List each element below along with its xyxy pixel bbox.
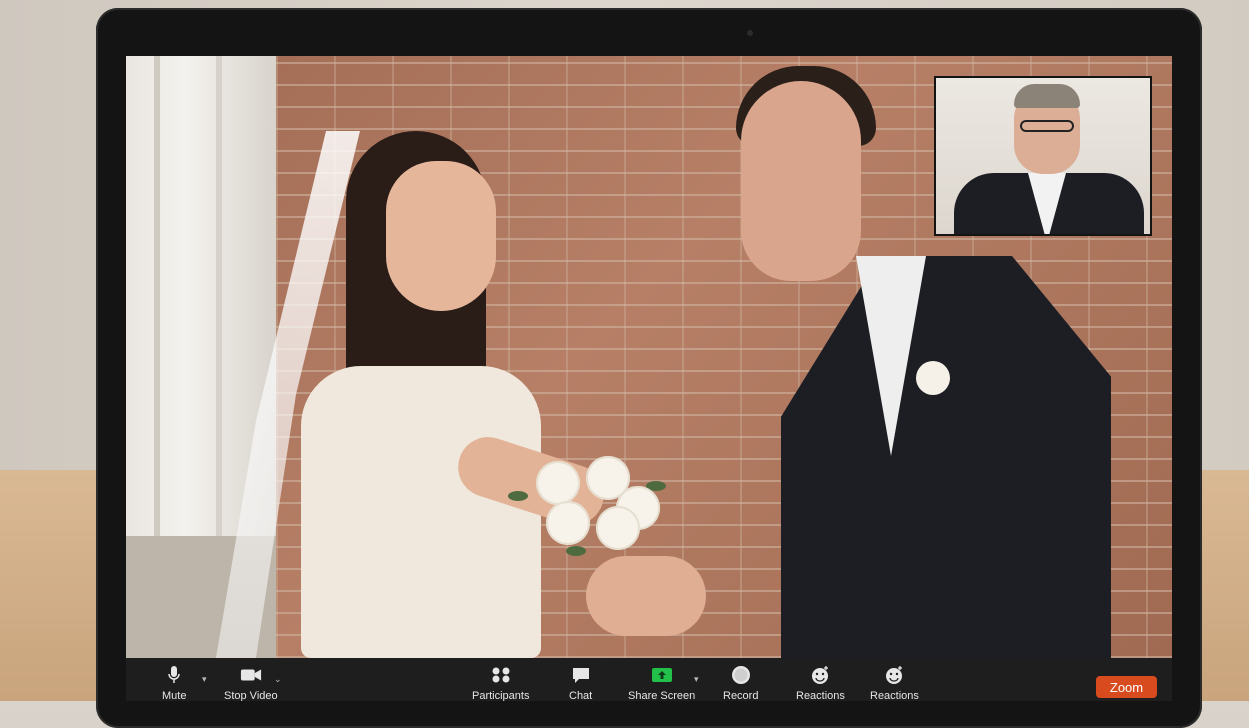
webcam-dot: [747, 30, 753, 36]
record-icon: [730, 664, 752, 686]
groom-face: [741, 81, 861, 281]
chat-label: Chat: [569, 690, 593, 701]
chevron-down-icon[interactable]: ⌄: [274, 674, 282, 685]
share-screen-label: Share Screen: [628, 690, 696, 701]
stop-video-label: Stop Video: [224, 690, 278, 701]
joined-hands: [586, 556, 706, 636]
mute-button[interactable]: Mute: [162, 664, 186, 701]
officiant-hair: [1014, 84, 1080, 108]
boutonniere: [916, 361, 950, 395]
video-camera-icon: [240, 664, 262, 686]
reactions-button[interactable]: Reactions: [870, 664, 919, 701]
bride-figure: [216, 131, 612, 658]
chevron-down-icon[interactable]: ▾: [694, 674, 699, 685]
main-video-feed[interactable]: [126, 56, 1172, 658]
bride-face: [386, 161, 496, 311]
zoom-brand-button[interactable]: Zoom: [1096, 676, 1157, 698]
meeting-window: Mute ▾ Stop Video ⌄ Participants Chat Sh…: [126, 56, 1172, 701]
wedding-dress: [301, 366, 541, 658]
participants-icon: [490, 664, 512, 686]
participants-label: Participants: [472, 690, 530, 701]
chat-button[interactable]: Chat: [569, 664, 592, 701]
reactions-label: Reactions: [796, 690, 845, 701]
stop-video-button[interactable]: Stop Video: [224, 664, 278, 701]
chevron-down-icon[interactable]: ▾: [202, 674, 207, 685]
share-screen-button[interactable]: Share Screen: [628, 664, 695, 701]
mute-label: Mute: [162, 690, 187, 701]
record-button[interactable]: Record: [723, 664, 758, 701]
record-label: Record: [723, 690, 759, 701]
microphone-icon: [163, 664, 185, 686]
reactions-icon: [809, 664, 831, 686]
share-screen-icon: [651, 664, 673, 686]
glasses: [1020, 120, 1074, 132]
reactions-icon: [883, 664, 905, 686]
reactions-label: Reactions: [870, 690, 919, 701]
participants-button[interactable]: Participants: [472, 664, 529, 701]
groom-suit: [781, 256, 1111, 658]
participant-thumbnail-video[interactable]: [934, 76, 1152, 236]
chat-icon: [570, 664, 592, 686]
rose-bouquet: [506, 451, 676, 561]
reactions-button[interactable]: Reactions: [796, 664, 845, 701]
meeting-toolbar: Mute ▾ Stop Video ⌄ Participants Chat Sh…: [126, 658, 1172, 701]
